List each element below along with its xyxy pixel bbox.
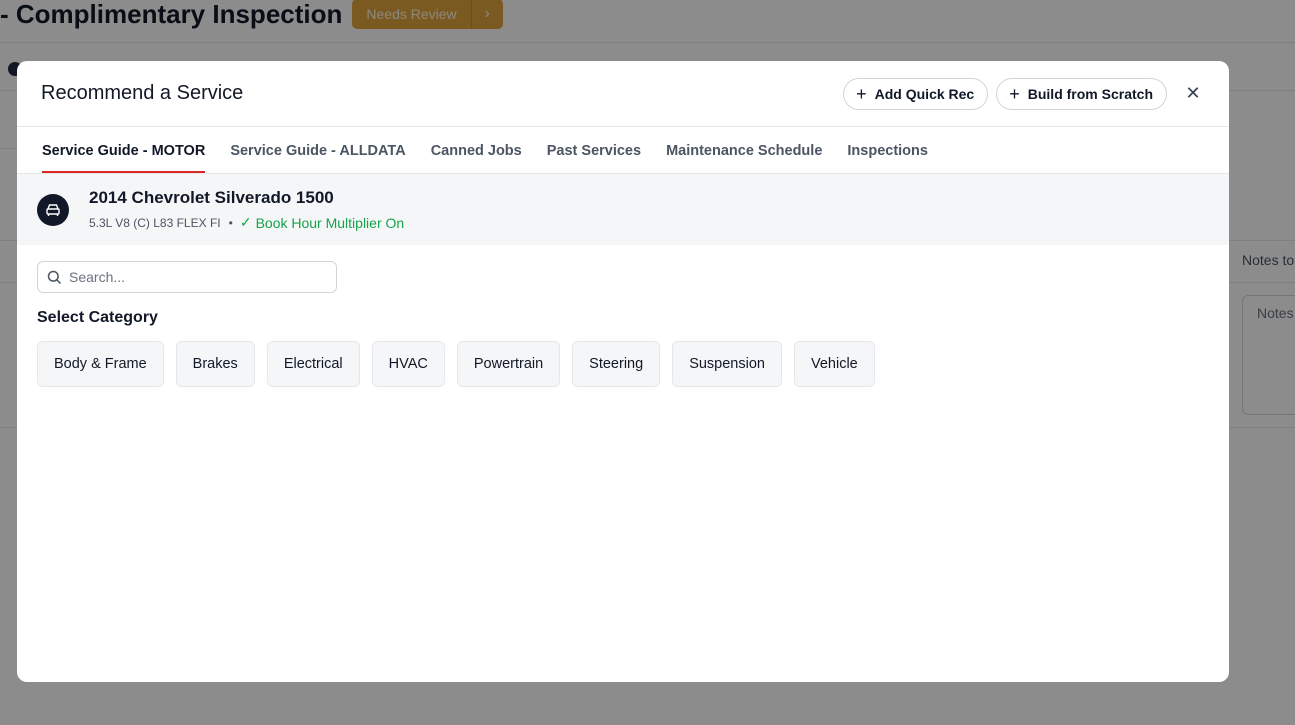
book-hour-status: ✓ Book Hour Multiplier On (240, 214, 404, 231)
vehicle-engine: 5.3L V8 (C) L83 FLEX FI (89, 215, 221, 230)
category-electrical[interactable]: Electrical (266, 341, 360, 387)
select-category-heading: Select Category (37, 309, 158, 326)
search-input[interactable] (69, 269, 319, 285)
category-list: Body & Frame Brakes Electrical HVAC Powe… (37, 341, 1209, 387)
plus-icon: + (856, 83, 867, 104)
vehicle-info: 2014 Chevrolet Silverado 1500 5.3L V8 (C… (17, 174, 1229, 245)
close-icon[interactable]: ✕ (1181, 82, 1205, 106)
category-vehicle[interactable]: Vehicle (793, 341, 875, 387)
tab-maintenance-schedule[interactable]: Maintenance Schedule (666, 127, 822, 173)
recommend-service-modal: Recommend a Service + Add Quick Rec + Bu… (17, 61, 1229, 682)
build-from-scratch-button[interactable]: + Build from Scratch (996, 77, 1167, 110)
tab-inspections[interactable]: Inspections (847, 127, 928, 173)
vehicle-details: 2014 Chevrolet Silverado 1500 5.3L V8 (C… (89, 188, 404, 231)
separator-dot: • (228, 215, 233, 230)
plus-icon: + (1009, 83, 1020, 104)
tab-bar: Service Guide - MOTOR Service Guide - AL… (17, 127, 1229, 174)
category-powertrain[interactable]: Powertrain (456, 341, 561, 387)
category-suspension[interactable]: Suspension (672, 341, 782, 387)
search-icon (47, 270, 62, 284)
search-box (37, 261, 337, 293)
category-hvac[interactable]: HVAC (371, 341, 445, 387)
vehicle-name: 2014 Chevrolet Silverado 1500 (89, 188, 334, 207)
add-quick-rec-button[interactable]: + Add Quick Rec (843, 77, 989, 110)
check-icon: ✓ (239, 214, 252, 230)
tab-service-guide-alldata[interactable]: Service Guide - ALLDATA (230, 127, 405, 173)
category-steering[interactable]: Steering (572, 341, 661, 387)
modal-header: Recommend a Service + Add Quick Rec + Bu… (17, 61, 1229, 127)
modal-body: Select Category Body & Frame Brakes Elec… (17, 245, 1229, 403)
modal-title: Recommend a Service (41, 82, 244, 104)
car-icon (37, 193, 69, 226)
tab-service-guide-motor[interactable]: Service Guide - MOTOR (42, 127, 206, 173)
category-body-frame[interactable]: Body & Frame (37, 341, 164, 387)
book-hour-label: Book Hour Multiplier On (255, 214, 405, 231)
category-brakes[interactable]: Brakes (175, 341, 255, 387)
tab-canned-jobs[interactable]: Canned Jobs (431, 127, 522, 173)
tab-past-services[interactable]: Past Services (547, 127, 641, 173)
build-from-scratch-label: Build from Scratch (1027, 85, 1153, 102)
vehicle-subtitle: 5.3L V8 (C) L83 FLEX FI • ✓ Book Hour Mu… (89, 214, 404, 231)
add-quick-rec-label: Add Quick Rec (874, 85, 975, 102)
